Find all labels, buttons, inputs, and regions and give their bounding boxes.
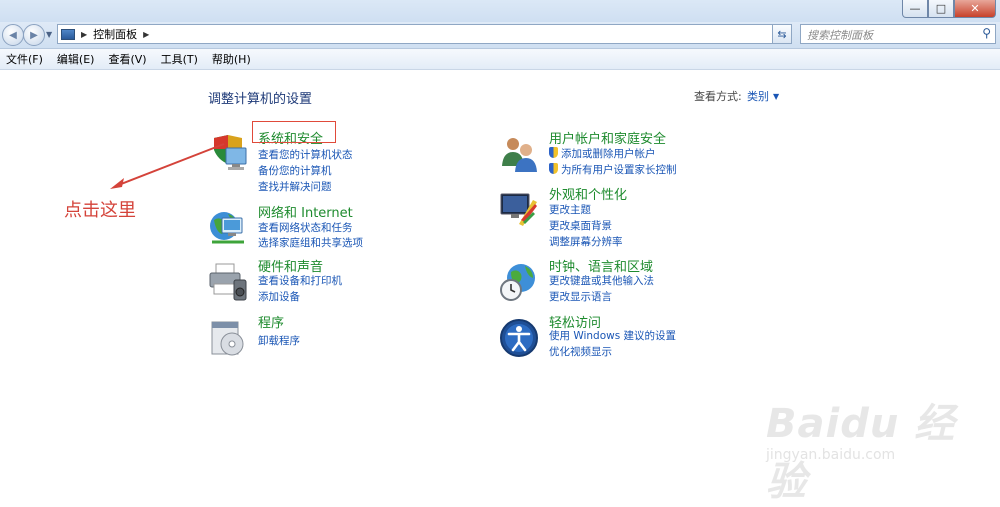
- refresh-button[interactable]: ⇆: [772, 24, 792, 44]
- maximize-button[interactable]: □: [928, 0, 954, 18]
- link-screen-resolution[interactable]: 调整屏幕分辨率: [549, 234, 623, 249]
- minimize-button[interactable]: —: [902, 0, 928, 18]
- category-network: 网络和 Internet 查看网络状态和任务 选择家庭组和共享选项: [208, 206, 468, 254]
- link-display-language[interactable]: 更改显示语言: [549, 289, 612, 304]
- menu-bar: 文件(F) 编辑(E) 查看(V) 工具(T) 帮助(H): [0, 49, 1000, 70]
- link-troubleshoot[interactable]: 查找并解决问题: [258, 179, 332, 194]
- highlight-box: [252, 121, 336, 143]
- menu-view[interactable]: 查看(V): [101, 51, 153, 67]
- navigation-bar: ◀ ▶ ▼ ▶ 控制面板 ▶ ▼ ⇆ ⚲: [0, 22, 1000, 49]
- link-devices-printers[interactable]: 查看设备和打印机: [258, 273, 342, 288]
- link-optimize-display[interactable]: 优化视频显示: [549, 344, 612, 359]
- window-buttons: — □ ✕: [902, 0, 996, 18]
- breadcrumb-separator-icon[interactable]: ▶: [81, 30, 87, 39]
- link-change-theme[interactable]: 更改主题: [549, 202, 591, 217]
- ease-of-access-icon: [500, 319, 538, 357]
- view-by-label: 查看方式:: [694, 90, 742, 103]
- category-title-programs[interactable]: 程序: [258, 312, 284, 331]
- link-backup-computer[interactable]: 备份您的计算机: [258, 163, 332, 178]
- category-title-user-accounts[interactable]: 用户帐户和家庭安全: [549, 128, 666, 147]
- close-button[interactable]: ✕: [954, 0, 996, 18]
- category-user-accounts: 用户帐户和家庭安全 添加或删除用户帐户 为所有用户设置家长控制: [499, 132, 759, 180]
- menu-edit[interactable]: 编辑(E): [50, 51, 102, 67]
- watermark: Baidu 经验 jingyan.baidu.com: [756, 375, 996, 505]
- menu-file[interactable]: 文件(F): [0, 51, 50, 67]
- link-add-device[interactable]: 添加设备: [258, 289, 300, 304]
- view-by-value: 类别: [747, 90, 769, 103]
- menu-help[interactable]: 帮助(H): [205, 51, 258, 67]
- link-windows-suggested-settings[interactable]: 使用 Windows 建议的设置: [549, 328, 676, 343]
- back-arrow-icon: ◀: [9, 29, 17, 41]
- printer-icon: [209, 263, 247, 301]
- category-ease-of-access: 轻松访问 使用 Windows 建议的设置 优化视频显示: [499, 316, 759, 364]
- annotation-text: 点击这里: [64, 200, 136, 221]
- search-input[interactable]: [805, 26, 979, 44]
- appearance-icon: [500, 193, 537, 226]
- forward-button[interactable]: ▶: [23, 24, 45, 46]
- window-caption: — □ ✕: [0, 0, 1000, 22]
- link-view-network-status[interactable]: 查看网络状态和任务: [258, 220, 353, 235]
- watermark-url: jingyan.baidu.com: [766, 447, 896, 463]
- category-appearance: 外观和个性化 更改主题 更改桌面背景 调整屏幕分辨率: [499, 188, 759, 250]
- back-button[interactable]: ◀: [2, 24, 24, 46]
- recent-pages-dropdown-icon[interactable]: ▼: [46, 30, 52, 39]
- link-desktop-background[interactable]: 更改桌面背景: [549, 218, 612, 233]
- link-add-remove-accounts-label: 添加或删除用户帐户: [561, 148, 656, 160]
- users-icon: [502, 138, 537, 172]
- category-title-appearance[interactable]: 外观和个性化: [549, 184, 627, 203]
- category-programs: 程序 卸载程序: [208, 316, 468, 358]
- address-bar[interactable]: ▶ 控制面板 ▶ ▼: [57, 24, 791, 44]
- link-uninstall-program[interactable]: 卸载程序: [258, 333, 300, 348]
- programs-icon: [211, 321, 244, 356]
- annotation-arrow: [110, 143, 225, 189]
- link-add-remove-accounts[interactable]: 添加或删除用户帐户: [549, 146, 656, 161]
- category-system-security: 系统和安全 查看您的计算机状态 备份您的计算机 查找并解决问题: [208, 132, 468, 194]
- uac-shield-icon: [549, 147, 558, 158]
- category-clock-language: 时钟、语言和区域 更改键盘或其他输入法 更改显示语言: [499, 260, 759, 308]
- search-box[interactable]: ⚲: [800, 24, 996, 44]
- category-hardware-sound: 硬件和声音 查看设备和打印机 添加设备: [208, 260, 468, 308]
- breadcrumb-control-panel[interactable]: 控制面板: [93, 26, 137, 42]
- refresh-icon: ⇆: [777, 27, 787, 41]
- forward-arrow-icon: ▶: [30, 29, 38, 41]
- link-parental-controls[interactable]: 为所有用户设置家长控制: [549, 162, 677, 177]
- link-change-keyboard[interactable]: 更改键盘或其他输入法: [549, 273, 654, 288]
- category-title-network[interactable]: 网络和 Internet: [258, 202, 353, 221]
- link-parental-controls-label: 为所有用户设置家长控制: [561, 164, 677, 176]
- view-by-dropdown[interactable]: 类别 ▼: [747, 88, 779, 104]
- clock-globe-icon: [500, 264, 535, 301]
- menu-tools[interactable]: 工具(T): [154, 51, 205, 67]
- breadcrumb-separator-icon[interactable]: ▶: [143, 30, 149, 39]
- link-homegroup-sharing[interactable]: 选择家庭组和共享选项: [258, 235, 363, 250]
- control-panel-icon: [61, 28, 75, 40]
- network-icon: [210, 212, 244, 244]
- uac-shield-icon: [549, 163, 558, 174]
- page-title: 调整计算机的设置: [208, 92, 313, 107]
- link-view-computer-status[interactable]: 查看您的计算机状态: [258, 147, 353, 162]
- search-icon[interactable]: ⚲: [982, 26, 991, 40]
- chevron-down-icon: ▼: [773, 92, 780, 101]
